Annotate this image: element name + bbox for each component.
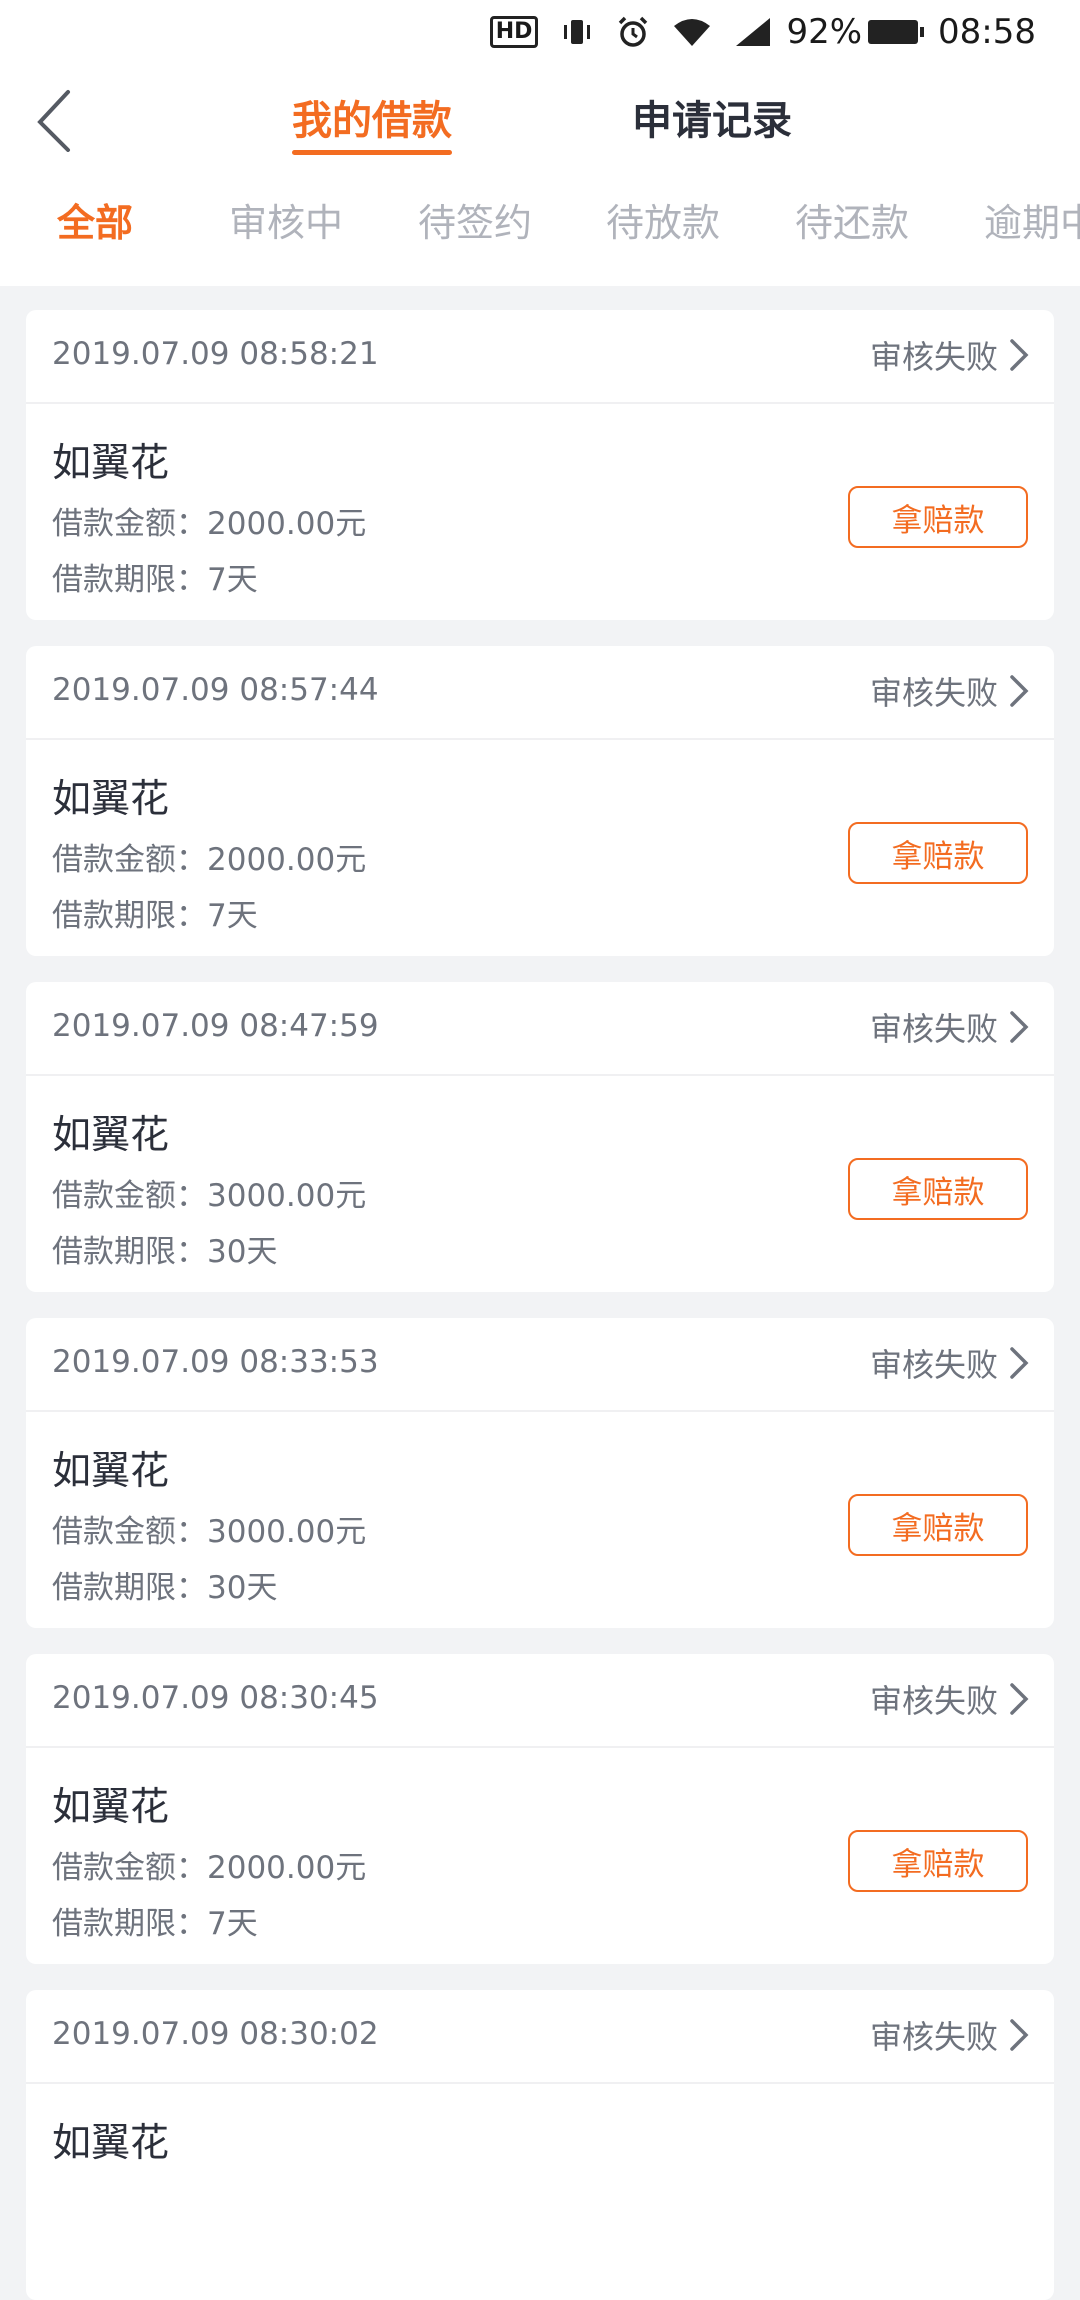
loan-card-header[interactable]: 2019.07.09 08:58:21 审核失败	[26, 310, 1054, 404]
battery-percent: 92%	[786, 12, 863, 52]
product-name: 如翼花	[52, 441, 170, 486]
tab-my-loans[interactable]: 我的借款	[292, 88, 452, 155]
loan-time: 2019.07.09 08:30:45	[52, 1680, 379, 1716]
loan-card: 2019.07.09 08:57:44 审核失败 如翼花 借款金额：2000.0…	[26, 646, 1054, 956]
loan-list: 2019.07.09 08:58:21 审核失败 如翼花 借款金额：2000.0…	[0, 286, 1080, 2300]
loan-status[interactable]: 审核失败	[870, 332, 1030, 378]
loan-amount: 借款金额：2000.00元	[52, 1850, 367, 1886]
loan-status[interactable]: 审核失败	[870, 1004, 1030, 1050]
product-name: 如翼花	[52, 1449, 170, 1494]
loan-status[interactable]: 审核失败	[870, 668, 1030, 714]
tab-application-records-label: 申请记录	[632, 98, 792, 144]
loan-time: 2019.07.09 08:30:02	[52, 2016, 379, 2052]
chevron-right-icon	[1010, 339, 1029, 371]
top-area: HD 92% 08:58 我的借款 申请记录 全部 审核中 待签约 待放款 待还…	[0, 0, 1080, 286]
tab-my-loans-label: 我的借款	[292, 98, 452, 144]
loan-card: 2019.07.09 08:30:45 审核失败 如翼花 借款金额：2000.0…	[26, 1654, 1054, 1964]
loan-amount: 借款金额：3000.00元	[52, 1514, 367, 1550]
loan-term: 借款期限：7天	[52, 898, 258, 934]
loan-status[interactable]: 审核失败	[870, 2012, 1030, 2058]
filter-overdue[interactable]: 逾期中	[984, 192, 1080, 247]
chevron-right-icon	[1010, 675, 1029, 707]
loan-time: 2019.07.09 08:47:59	[52, 1008, 379, 1044]
loan-term: 借款期限：7天	[52, 562, 258, 598]
loan-card: 2019.07.09 08:47:59 审核失败 如翼花 借款金额：3000.0…	[26, 982, 1054, 1292]
loan-card-header[interactable]: 2019.07.09 08:33:53 审核失败	[26, 1318, 1054, 1412]
loan-time: 2019.07.09 08:33:53	[52, 1344, 379, 1380]
filter-all[interactable]: 全部	[57, 192, 133, 247]
claim-compensation-button[interactable]: 拿赔款	[848, 1158, 1028, 1220]
status-time: 08:58	[938, 12, 1036, 52]
chevron-right-icon	[1010, 1683, 1029, 1715]
claim-compensation-button[interactable]: 拿赔款	[848, 1494, 1028, 1556]
tab-application-records[interactable]: 申请记录	[632, 88, 792, 146]
loan-card: 2019.07.09 08:33:53 审核失败 如翼花 借款金额：3000.0…	[26, 1318, 1054, 1628]
product-name: 如翼花	[52, 777, 170, 822]
loan-card: 2019.07.09 08:30:02 审核失败 如翼花	[26, 1990, 1054, 2300]
loan-status-label: 审核失败	[869, 1010, 998, 1048]
loan-amount: 借款金额：2000.00元	[52, 506, 367, 542]
chevron-right-icon	[1010, 1011, 1029, 1043]
filter-to-disburse[interactable]: 待放款	[606, 192, 720, 247]
claim-compensation-button[interactable]: 拿赔款	[848, 486, 1028, 548]
loan-term: 借款期限：7天	[52, 1906, 258, 1942]
loan-amount: 借款金额：2000.00元	[52, 842, 367, 878]
claim-compensation-button[interactable]: 拿赔款	[848, 1830, 1028, 1892]
battery-icon	[868, 20, 925, 44]
signal-icon	[734, 16, 772, 48]
active-tab-indicator	[292, 150, 452, 155]
loan-card-body: 如翼花 借款金额：2000.00元 借款期限：7天 拿赔款	[26, 740, 1054, 956]
loan-card-header[interactable]: 2019.07.09 08:30:02 审核失败	[26, 1990, 1054, 2084]
loan-status-label: 审核失败	[869, 1682, 998, 1720]
wifi-icon	[672, 16, 712, 48]
back-icon[interactable]	[32, 88, 92, 152]
loan-time: 2019.07.09 08:58:21	[52, 336, 379, 372]
filter-to-repay[interactable]: 待还款	[795, 192, 909, 247]
loan-card-header[interactable]: 2019.07.09 08:57:44 审核失败	[26, 646, 1054, 740]
loan-status-label: 审核失败	[869, 1346, 998, 1384]
status-bar: HD 92% 08:58	[0, 0, 1080, 64]
loan-card-body: 如翼花 借款金额：3000.00元 借款期限：30天 拿赔款	[26, 1412, 1054, 1628]
loan-amount: 借款金额：3000.00元	[52, 1178, 367, 1214]
alarm-icon	[616, 15, 650, 49]
vibrate-icon	[560, 16, 594, 48]
loan-term: 借款期限：30天	[52, 1234, 278, 1270]
loan-card-header[interactable]: 2019.07.09 08:47:59 审核失败	[26, 982, 1054, 1076]
loan-status-label: 审核失败	[869, 674, 998, 712]
hd-icon: HD	[489, 16, 539, 48]
loan-status-label: 审核失败	[869, 2018, 998, 2056]
loan-status[interactable]: 审核失败	[870, 1676, 1030, 1722]
claim-compensation-button[interactable]: 拿赔款	[848, 822, 1028, 884]
filter-reviewing[interactable]: 审核中	[229, 192, 343, 247]
loan-card-body: 如翼花 借款金额：2000.00元 借款期限：7天 拿赔款	[26, 1748, 1054, 1964]
product-name: 如翼花	[52, 1785, 170, 1830]
loan-card-body: 如翼花 借款金额：3000.00元 借款期限：30天 拿赔款	[26, 1076, 1054, 1292]
loan-time: 2019.07.09 08:57:44	[52, 672, 379, 708]
status-filter-bar: 全部 审核中 待签约 待放款 待还款 逾期中	[0, 174, 1080, 286]
loan-status[interactable]: 审核失败	[870, 1340, 1030, 1386]
loan-card: 2019.07.09 08:58:21 审核失败 如翼花 借款金额：2000.0…	[26, 310, 1054, 620]
chevron-right-icon	[1010, 1347, 1029, 1379]
loan-status-label: 审核失败	[869, 338, 998, 376]
loan-card-body: 如翼花	[26, 2084, 1054, 2300]
product-name: 如翼花	[52, 1113, 170, 1158]
loan-card-body: 如翼花 借款金额：2000.00元 借款期限：7天 拿赔款	[26, 404, 1054, 620]
filter-to-sign[interactable]: 待签约	[418, 192, 532, 247]
loan-card-header[interactable]: 2019.07.09 08:30:45 审核失败	[26, 1654, 1054, 1748]
loan-term: 借款期限：30天	[52, 1570, 278, 1606]
header: 我的借款 申请记录	[0, 64, 1080, 174]
chevron-right-icon	[1010, 2019, 1029, 2051]
